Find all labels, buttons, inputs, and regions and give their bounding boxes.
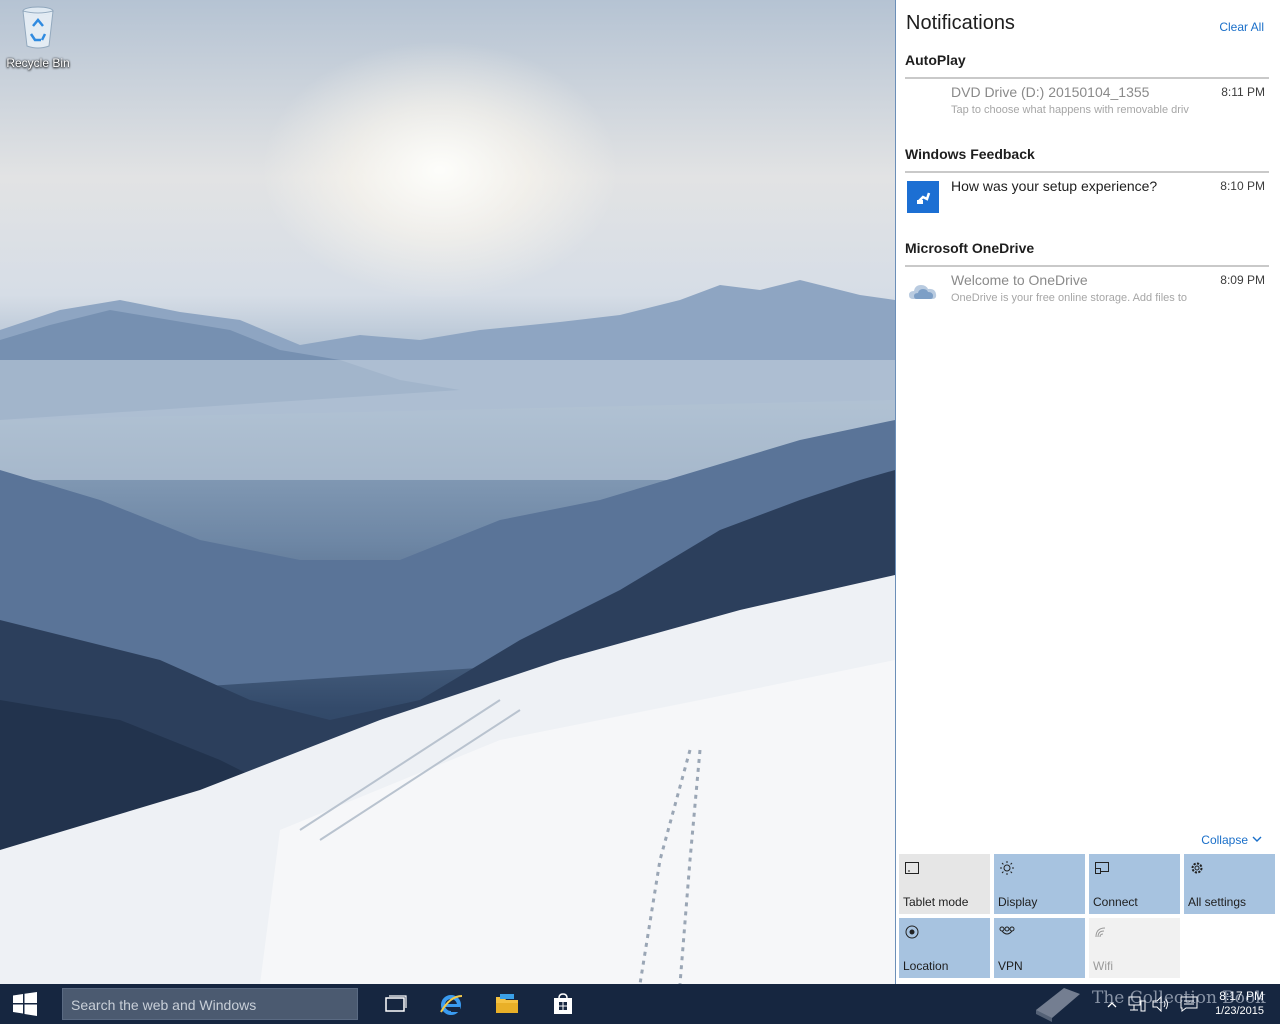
quick-action-all-settings[interactable]: All settings <box>1184 854 1275 914</box>
store-button[interactable] <box>537 984 589 1024</box>
tablet-mode-icon <box>905 862 919 874</box>
quick-action-label: All settings <box>1188 895 1247 909</box>
clear-all-link[interactable]: Clear All <box>1219 20 1264 34</box>
quick-actions-grid: Tablet mode Display Connect All settings… <box>899 854 1279 978</box>
wifi-icon <box>1095 927 1106 938</box>
quick-action-label: Tablet mode <box>903 895 969 909</box>
notification-item[interactable]: How was your setup experience? 8:10 PM <box>905 173 1269 221</box>
network-icon <box>1128 996 1146 1012</box>
quick-action-vpn[interactable]: VPN <box>994 918 1085 978</box>
clock-time: 8:17 PM <box>1219 989 1264 1003</box>
quick-action-label: VPN <box>998 959 1023 973</box>
collapse-label: Collapse <box>1201 833 1248 847</box>
windows-logo-icon <box>13 992 37 1016</box>
notification-body: OneDrive is your free online storage. Ad… <box>951 292 1188 304</box>
quick-action-label: Wifi <box>1093 959 1113 973</box>
start-button[interactable] <box>0 984 50 1024</box>
taskbar-search-box[interactable]: Search the web and Windows <box>62 988 358 1020</box>
quick-action-display[interactable]: Display <box>994 854 1085 914</box>
onedrive-cloud-icon <box>909 285 937 299</box>
action-center-icon <box>1180 996 1198 1012</box>
quick-action-label: Location <box>903 959 949 973</box>
chevron-down-icon <box>1252 832 1262 846</box>
notification-title: DVD Drive (D:) 20150104_1355 <box>951 84 1150 100</box>
group-header[interactable]: Windows Feedback <box>905 146 1035 162</box>
vpn-icon <box>999 926 1015 935</box>
notification-body: Tap to choose what happens with removabl… <box>951 104 1189 116</box>
connect-icon <box>1095 862 1109 874</box>
location-icon <box>905 925 919 939</box>
group-header[interactable]: Microsoft OneDrive <box>905 240 1034 256</box>
show-hidden-icons-button[interactable] <box>1104 984 1120 1024</box>
task-view-button[interactable] <box>370 984 422 1024</box>
taskbar: Search the web and Windows 8:17 PM 1/23/… <box>0 984 1280 1024</box>
volume-button[interactable] <box>1150 984 1174 1024</box>
recycle-bin-label: Recycle Bin <box>6 56 70 70</box>
collapse-button[interactable]: Collapse <box>1201 832 1262 847</box>
recycle-bin[interactable]: Recycle Bin <box>4 4 72 70</box>
chevron-up-icon <box>1107 1002 1117 1008</box>
folder-icon <box>496 994 518 1013</box>
notification-item[interactable]: DVD Drive (D:) 20150104_1355 Tap to choo… <box>905 79 1269 127</box>
group-header[interactable]: AutoPlay <box>905 52 966 68</box>
feedback-icon <box>907 181 939 213</box>
notification-time: 8:10 PM <box>1220 179 1265 193</box>
task-view-icon <box>385 995 407 1012</box>
quick-action-connect[interactable]: Connect <box>1089 854 1180 914</box>
file-explorer-button[interactable] <box>480 984 532 1024</box>
quick-action-wifi[interactable]: Wifi <box>1089 918 1180 978</box>
notification-time: 8:09 PM <box>1220 273 1265 287</box>
quick-action-location[interactable]: Location <box>899 918 990 978</box>
search-placeholder: Search the web and Windows <box>71 997 257 1013</box>
notification-title: Welcome to OneDrive <box>951 272 1088 288</box>
action-center-button[interactable] <box>1178 984 1200 1024</box>
action-center-title: Notifications <box>906 12 1015 34</box>
internet-explorer-button[interactable] <box>424 984 476 1024</box>
quick-action-label: Connect <box>1093 895 1138 909</box>
clock-date: 1/23/2015 <box>1215 1005 1264 1017</box>
taskbar-clock[interactable]: 8:17 PM 1/23/2015 <box>1204 987 1264 1017</box>
action-center-panel: Notifications Clear All AutoPlay DVD Dri… <box>895 0 1280 984</box>
notification-time: 8:11 PM <box>1221 85 1265 99</box>
store-icon <box>554 993 572 1014</box>
gear-icon <box>1191 862 1203 874</box>
internet-explorer-icon <box>440 995 463 1015</box>
notification-title: How was your setup experience? <box>951 178 1158 194</box>
recycle-bin-icon <box>22 6 54 49</box>
quick-action-label: Display <box>998 895 1038 909</box>
brightness-icon <box>1000 861 1014 875</box>
notification-item[interactable]: Welcome to OneDrive OneDrive is your fre… <box>905 267 1269 315</box>
quick-action-tablet-mode[interactable]: Tablet mode <box>899 854 990 914</box>
network-button[interactable] <box>1126 984 1148 1024</box>
volume-icon <box>1152 996 1168 1012</box>
